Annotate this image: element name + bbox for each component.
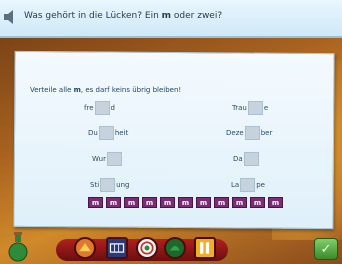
- word-item: Sti ung: [90, 178, 129, 192]
- letter-tile[interactable]: m: [160, 197, 175, 208]
- word-item: Deze ber: [226, 126, 272, 140]
- hat-icon[interactable]: [74, 237, 96, 259]
- question-banner: Was gehört in die Lücken? Ein m oder zwe…: [0, 0, 342, 38]
- target-icon[interactable]: [136, 237, 158, 259]
- instruction-text: Verteile alle m, es darf keins übrig ble…: [30, 86, 182, 94]
- letter-tile[interactable]: m: [178, 197, 193, 208]
- letter-gap[interactable]: [240, 178, 256, 192]
- submit-check-button[interactable]: ✓: [314, 238, 338, 260]
- letter-gap[interactable]: [100, 178, 116, 192]
- letter-tile[interactable]: m: [106, 197, 121, 208]
- cap-icon[interactable]: [164, 237, 186, 259]
- letter-gap[interactable]: [98, 126, 114, 140]
- word-item: La pe: [231, 178, 265, 192]
- word-item: Da: [233, 152, 260, 166]
- word-item: Du heit: [88, 126, 128, 140]
- letter-tile-tray: m m m m m m m m m m m: [88, 197, 283, 208]
- letter-gap[interactable]: [107, 152, 122, 166]
- potion-bottle-icon[interactable]: [8, 232, 28, 262]
- letter-gap[interactable]: [247, 101, 263, 115]
- letter-tile[interactable]: m: [214, 197, 229, 208]
- word-item: Trau e: [232, 101, 268, 115]
- word-item: Wur: [92, 152, 123, 166]
- letter-tile[interactable]: m: [142, 197, 157, 208]
- speaker-icon[interactable]: [3, 9, 17, 25]
- letter-tile[interactable]: m: [250, 197, 265, 208]
- abacus-icon[interactable]: [106, 237, 128, 259]
- letter-tile[interactable]: m: [232, 197, 247, 208]
- letter-gap[interactable]: [94, 101, 110, 115]
- letter-tile[interactable]: m: [124, 197, 139, 208]
- ruler-icon[interactable]: [194, 237, 216, 259]
- question-text: Was gehört in die Lücken? Ein m oder zwe…: [24, 11, 223, 21]
- letter-gap[interactable]: [244, 126, 260, 140]
- letter-gap[interactable]: [243, 152, 259, 166]
- word-item: fre d: [84, 101, 115, 115]
- letter-tile[interactable]: m: [268, 197, 283, 208]
- letter-tile[interactable]: m: [88, 197, 103, 208]
- letter-tile[interactable]: m: [196, 197, 211, 208]
